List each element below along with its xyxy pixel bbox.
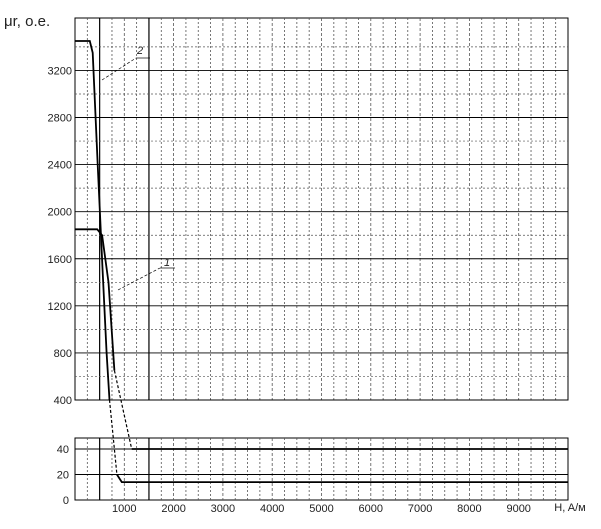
y-tick-label: 2800 xyxy=(48,113,72,125)
y-tick-label: 3200 xyxy=(48,65,72,77)
series-2-upper xyxy=(75,40,111,401)
x-tick-label: 7000 xyxy=(408,503,432,515)
y-tick-label: 40 xyxy=(57,444,69,456)
x-tick-label: 3000 xyxy=(211,503,235,515)
series-2-break xyxy=(108,399,118,475)
x-tick-label: 2000 xyxy=(161,503,185,515)
series-2-lower xyxy=(116,474,568,483)
annotation-leader-2 xyxy=(101,57,137,81)
y-tick-label: 400 xyxy=(54,395,72,407)
y-tick-label: 2000 xyxy=(48,207,72,219)
y-tick-label: 2400 xyxy=(48,160,72,172)
y-tick-label: 1600 xyxy=(48,254,72,266)
permeability-chart: 1 2 400 800 1200 1600 2000 2400 2800 3200 0 20 40 10… xyxy=(4,13,586,515)
series-1-upper xyxy=(75,228,116,371)
y-tick-label: 20 xyxy=(57,470,69,482)
x-axis-label: H, A/м xyxy=(554,502,585,514)
series-label-1: 1 xyxy=(164,257,170,269)
tick-labels: 400 800 1200 1600 2000 2400 2800 3200 0 20 40 1000 2… xyxy=(48,65,531,515)
y-tick-label: 1200 xyxy=(48,301,72,313)
x-tick-label: 6000 xyxy=(359,503,383,515)
x-tick-label: 8000 xyxy=(457,503,481,515)
grid xyxy=(74,17,569,501)
x-tick-label: 4000 xyxy=(260,503,284,515)
y-axis-label: μr, o.e. xyxy=(4,13,50,30)
x-tick-label: 9000 xyxy=(506,503,530,515)
series-1-break xyxy=(113,370,133,450)
series-label-2: 2 xyxy=(136,45,143,57)
x-tick-label: 5000 xyxy=(309,503,333,515)
y-tick-label: 0 xyxy=(63,495,69,507)
y-tick-label: 800 xyxy=(54,348,72,360)
x-tick-label: 1000 xyxy=(112,503,136,515)
